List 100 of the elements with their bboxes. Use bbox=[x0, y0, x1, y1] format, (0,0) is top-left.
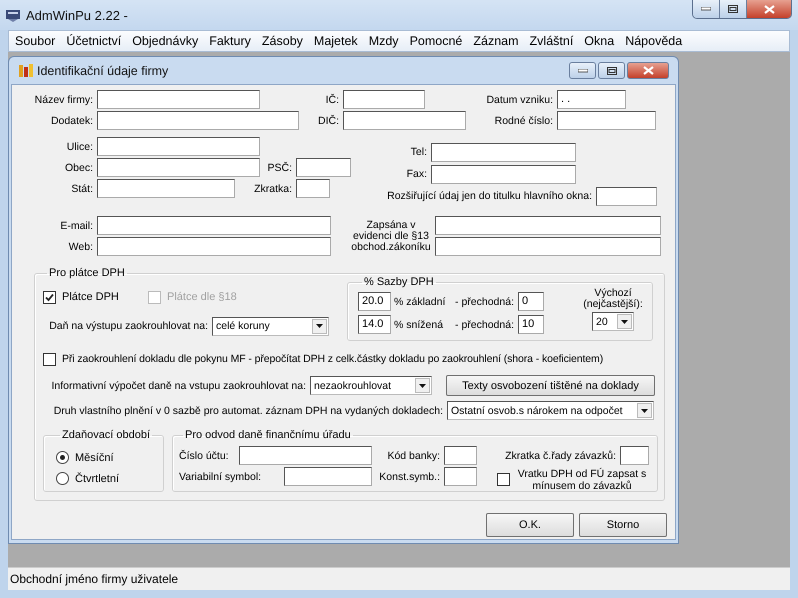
text-field[interactable] bbox=[239, 446, 372, 465]
field-label: - přechodná: bbox=[455, 296, 514, 308]
field-label: Stát: bbox=[71, 182, 93, 194]
field-label: Zapsána v evidenci dle §13 obchod.zákoníku bbox=[351, 220, 431, 252]
text-field[interactable] bbox=[296, 158, 351, 177]
text-field[interactable] bbox=[97, 90, 260, 109]
close-button[interactable] bbox=[747, 0, 791, 18]
field-label: Kód banky: bbox=[387, 450, 440, 462]
text-field[interactable]: 0 bbox=[518, 292, 544, 311]
cancel-button[interactable]: Storno bbox=[579, 513, 667, 537]
menu-item[interactable]: Mzdy bbox=[362, 34, 404, 48]
text-field[interactable] bbox=[431, 142, 576, 162]
menu-item[interactable]: Účetnictví bbox=[60, 34, 126, 48]
text-field[interactable] bbox=[97, 158, 260, 177]
field-label: E-mail: bbox=[60, 220, 93, 232]
field-label: PSČ: bbox=[267, 162, 292, 174]
maximize-button[interactable] bbox=[720, 0, 747, 18]
text-field[interactable] bbox=[444, 467, 477, 486]
field-label: DIČ: bbox=[318, 114, 339, 126]
dropdown[interactable]: nezaokrouhlovat bbox=[310, 376, 432, 395]
text-field[interactable] bbox=[431, 164, 576, 184]
maximize-icon bbox=[728, 5, 738, 13]
text-field[interactable] bbox=[97, 237, 331, 256]
menu-item[interactable]: Zvláštní bbox=[524, 34, 578, 48]
close-button[interactable] bbox=[627, 62, 669, 79]
text-field[interactable] bbox=[435, 237, 661, 256]
menu-item[interactable]: Soubor bbox=[9, 34, 60, 48]
field-label: Rodné číslo: bbox=[494, 114, 553, 126]
app-icon bbox=[18, 62, 34, 78]
field-label: Název firmy: bbox=[34, 94, 93, 106]
minimize-button[interactable] bbox=[569, 62, 596, 79]
group-title: Pro plátce DPH bbox=[48, 267, 126, 279]
text-field[interactable] bbox=[97, 216, 331, 235]
maximize-button[interactable] bbox=[598, 62, 625, 79]
field-label: Zkratka č.řady závazků: bbox=[505, 450, 616, 462]
text-field[interactable]: . . bbox=[557, 90, 626, 109]
field-label: Web: bbox=[68, 240, 93, 252]
caret-icon bbox=[312, 318, 327, 334]
text-field[interactable] bbox=[97, 111, 299, 130]
field-label: Fax: bbox=[406, 168, 427, 180]
minimize-button[interactable] bbox=[693, 0, 720, 18]
menu-item[interactable]: Zásoby bbox=[256, 34, 308, 48]
dialog-title: Identifikační údaje firmy bbox=[37, 64, 170, 78]
checkbox[interactable] bbox=[43, 290, 56, 304]
field-label: Daň na výstupu zaokrouhlovat na: bbox=[49, 320, 208, 332]
menu-item[interactable]: Faktury bbox=[203, 34, 256, 48]
checkbox-label: Plátce dle §18 bbox=[167, 291, 237, 303]
dropdown[interactable]: 20 bbox=[592, 312, 634, 331]
menu-item[interactable]: Objednávky bbox=[126, 34, 204, 48]
radio-button[interactable] bbox=[56, 472, 69, 485]
field-label: Obec: bbox=[64, 162, 93, 174]
radio-button[interactable] bbox=[56, 451, 69, 464]
field-label: % základní bbox=[394, 296, 446, 308]
text-field[interactable] bbox=[343, 90, 425, 109]
menu-item[interactable]: Okna bbox=[578, 34, 620, 48]
field-label: - přechodná: bbox=[455, 318, 514, 330]
dropdown[interactable]: celé koruny bbox=[212, 316, 329, 336]
radio-label: Měsíční bbox=[75, 452, 114, 464]
text-field[interactable]: 20.0 bbox=[358, 292, 391, 311]
text-field[interactable] bbox=[97, 179, 235, 198]
text-field[interactable] bbox=[620, 446, 649, 465]
field-label: % snížená bbox=[394, 318, 444, 330]
text-field[interactable] bbox=[444, 446, 477, 465]
caret-icon bbox=[637, 403, 652, 418]
field-label: Rozšiřující údaj jen do titulku hlavního okna: bbox=[387, 190, 592, 202]
checkbox-label: Při zaokrouhlení dokladu dle pokynu MF - přepočítat DPH z celk.částky dokladu po zaokrouhlení (shora - koeficientem) bbox=[62, 353, 604, 365]
text-field[interactable] bbox=[284, 467, 372, 486]
field-label: Tel: bbox=[410, 146, 427, 158]
text-field[interactable] bbox=[296, 179, 330, 198]
close-icon bbox=[642, 66, 654, 75]
menu-item[interactable]: Majetek bbox=[308, 34, 363, 48]
menu-item[interactable]: Nápověda bbox=[619, 34, 688, 48]
text-field[interactable] bbox=[596, 186, 657, 206]
field-label: Ulice: bbox=[66, 140, 93, 152]
field-label: IČ: bbox=[326, 94, 339, 106]
maximize-icon bbox=[606, 66, 616, 74]
exemption-texts-button[interactable]: Texty osvobození tištěné na doklady bbox=[446, 375, 655, 396]
group-title: % Sazby DPH bbox=[363, 276, 435, 288]
menu-item[interactable]: Pomocné bbox=[404, 34, 468, 48]
field-label: Datum vzniku: bbox=[486, 94, 553, 106]
field-label: Informativní výpočet daně na vstupu zaokrouhlovat na: bbox=[52, 380, 306, 392]
window-title: AdmWinPu 2.22 - bbox=[26, 8, 129, 22]
text-field[interactable] bbox=[97, 137, 260, 156]
menu-item[interactable]: Záznam bbox=[467, 34, 524, 48]
dropdown[interactable]: Ostatní osvob.s nárokem na odpočet bbox=[447, 401, 654, 420]
text-field[interactable]: 10 bbox=[518, 315, 544, 334]
checkbox-label: Vratku DPH od FÚ zapsat s mínusem do závazků bbox=[516, 468, 648, 492]
text-field[interactable]: 14.0 bbox=[358, 315, 391, 334]
radio-label: Čtvrtletní bbox=[75, 472, 120, 484]
text-field[interactable] bbox=[557, 111, 656, 130]
minimize-icon bbox=[578, 68, 588, 72]
status-text: Obchodní jméno firmy uživatele bbox=[10, 572, 178, 586]
text-field[interactable] bbox=[343, 111, 466, 130]
group-title: Pro odvod daně finančnímu úřadu bbox=[184, 429, 352, 441]
field-label: Druh vlastního plnění v 0 sazbě pro automat. záznam DPH na vydaných dokladech: bbox=[54, 404, 443, 416]
text-field[interactable] bbox=[435, 216, 661, 235]
checkbox[interactable] bbox=[43, 352, 56, 366]
checkbox[interactable] bbox=[497, 473, 510, 486]
field-label: Výchozí (nejčastější): bbox=[582, 288, 644, 310]
ok-button[interactable]: O.K. bbox=[486, 513, 574, 537]
